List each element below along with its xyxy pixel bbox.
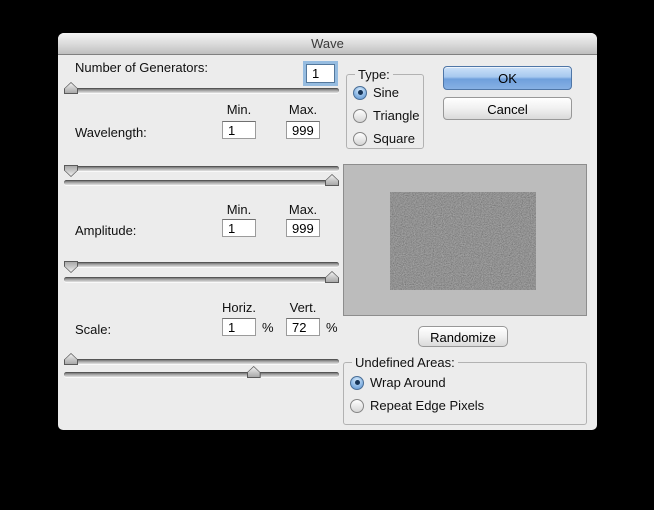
amplitude-min-slider-track[interactable] (64, 262, 339, 267)
undefined-option-wrap-around[interactable]: Wrap Around (350, 375, 582, 390)
radio-icon[interactable] (353, 86, 367, 100)
amplitude-min-input[interactable] (222, 219, 256, 237)
undefined-areas-legend: Undefined Areas: (352, 355, 458, 370)
scale-label: Scale: (75, 322, 111, 337)
wavelength-max-input[interactable] (286, 121, 320, 139)
ok-button[interactable]: OK (443, 66, 572, 90)
type-option-square-label: Square (373, 131, 415, 146)
generators-label: Number of Generators: (75, 60, 208, 75)
type-option-triangle-label: Triangle (373, 108, 419, 123)
generators-slider-thumb[interactable] (64, 82, 78, 94)
undefined-option-repeat-edge-label: Repeat Edge Pixels (370, 398, 484, 413)
scale-vert-unit: % (326, 320, 338, 335)
scale-vert-slider-track[interactable] (64, 372, 339, 377)
wavelength-min-input[interactable] (222, 121, 256, 139)
scale-horiz-slider[interactable] (64, 353, 339, 366)
window-title: Wave (311, 36, 344, 51)
title-bar[interactable]: Wave (58, 33, 597, 55)
scale-vert-input[interactable] (286, 318, 320, 336)
radio-icon[interactable] (353, 132, 367, 146)
amplitude-max-slider[interactable] (64, 271, 339, 284)
type-group-legend: Type: (355, 67, 393, 82)
scale-vert-slider[interactable] (64, 366, 339, 379)
type-option-sine[interactable]: Sine (353, 85, 419, 100)
scale-horiz-slider-thumb[interactable] (64, 353, 78, 365)
amplitude-max-label: Max. (285, 202, 321, 217)
scale-horiz-unit: % (262, 320, 274, 335)
wavelength-max-label: Max. (285, 102, 321, 117)
undefined-option-wrap-around-label: Wrap Around (370, 375, 446, 390)
wavelength-max-slider-thumb[interactable] (325, 174, 339, 186)
cancel-button[interactable]: Cancel (443, 97, 572, 120)
preview-panel (343, 164, 587, 316)
wave-filter-dialog: Wave Number of Generators: Min. Max. Wav… (58, 33, 597, 430)
scale-vert-label: Vert. (285, 300, 321, 315)
radio-icon[interactable] (350, 376, 364, 390)
amplitude-max-slider-thumb[interactable] (325, 271, 339, 283)
amplitude-max-slider-track[interactable] (64, 277, 339, 282)
amplitude-label: Amplitude: (75, 223, 136, 238)
scale-horiz-label: Horiz. (221, 300, 257, 315)
wavelength-max-slider-track[interactable] (64, 180, 339, 185)
generators-slider-track[interactable] (64, 88, 339, 93)
undefined-areas-group: Undefined Areas: Wrap Around Repeat Edge… (343, 355, 587, 425)
wavelength-min-label: Min. (221, 102, 257, 117)
generators-slider[interactable] (64, 82, 339, 95)
type-option-square[interactable]: Square (353, 131, 419, 146)
generators-input[interactable] (306, 64, 335, 83)
wavelength-max-slider[interactable] (64, 174, 339, 187)
undefined-option-repeat-edge[interactable]: Repeat Edge Pixels (350, 398, 582, 413)
amplitude-min-label: Min. (221, 202, 257, 217)
randomize-button[interactable]: Randomize (418, 326, 508, 347)
type-group: Type: Sine Triangle Square (346, 67, 424, 149)
scale-horiz-slider-track[interactable] (64, 359, 339, 364)
wavelength-label: Wavelength: (75, 125, 147, 140)
radio-icon[interactable] (353, 109, 367, 123)
wavelength-min-slider-track[interactable] (64, 166, 339, 171)
wave-preview-image (390, 192, 536, 290)
amplitude-max-input[interactable] (286, 219, 320, 237)
radio-icon[interactable] (350, 399, 364, 413)
scale-horiz-input[interactable] (222, 318, 256, 336)
type-option-sine-label: Sine (373, 85, 399, 100)
scale-vert-slider-thumb[interactable] (247, 366, 261, 378)
type-option-triangle[interactable]: Triangle (353, 108, 419, 123)
